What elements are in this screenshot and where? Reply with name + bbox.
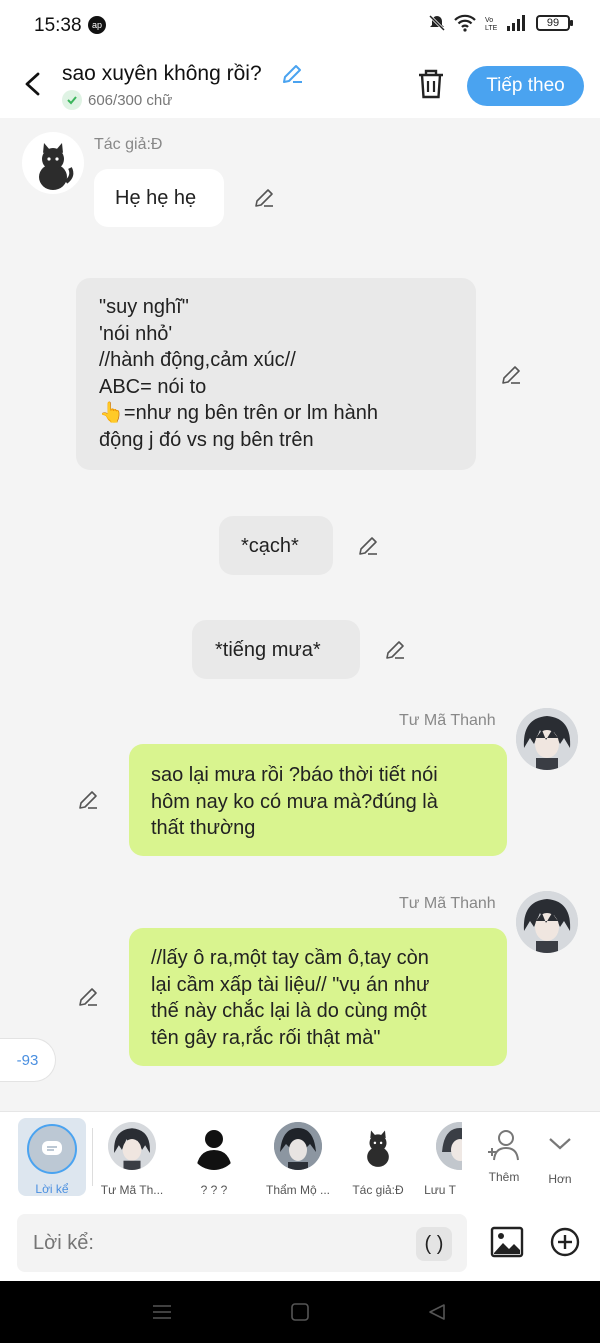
narration-line: //hành động,cảm xúc// (99, 349, 296, 371)
silhouette-icon (190, 1122, 238, 1170)
parenthesis-button[interactable]: ( ) (416, 1227, 452, 1261)
narration-bubble[interactable]: "suy nghĩ" 'nói nhỏ' //hành động,cảm xúc… (76, 278, 476, 470)
status-icons: Vo LTE 99 (428, 14, 573, 32)
narration-line: động j đó vs ng bên trên (99, 428, 314, 451)
narrator-selector[interactable]: Lời kể (18, 1118, 86, 1196)
system-nav-bar (0, 1281, 600, 1343)
character-selector: Lời kể Tư Mã Th... ? ? ? Thẩm Mộ ... Tác… (0, 1111, 600, 1203)
anime-boy-icon (516, 708, 578, 770)
character-item[interactable]: Lưu T (418, 1118, 462, 1197)
wifi-icon (454, 14, 476, 32)
pencil-icon[interactable] (252, 186, 276, 210)
character-item[interactable]: Tư Mã Th... (92, 1118, 172, 1197)
message-input[interactable] (17, 1214, 467, 1272)
character-label: Tác giả:Đ (352, 1183, 404, 1197)
character-label: Lưu T (424, 1183, 456, 1197)
dialogue-line: thất thường (151, 817, 256, 839)
dialogue-line: thế này chắc lại là do cùng một (151, 1000, 427, 1022)
black-cat-icon (354, 1122, 402, 1170)
anime-boy-icon (516, 891, 578, 953)
character-avatar[interactable] (516, 891, 578, 953)
svg-text:Vo: Vo (485, 17, 493, 24)
dialogue-line: //lấy ô ra,một tay cầm ô,tay còn (151, 947, 429, 969)
dialogue-bubble[interactable]: //lấy ô ra,một tay cầm ô,tay còn lại cầm… (129, 928, 507, 1066)
more-button[interactable]: Hơn (520, 1118, 600, 1186)
speaker-name: Tư Mã Thanh (399, 895, 496, 912)
input-bar: ( ) (0, 1203, 600, 1281)
status-bar: 15:38 ap Vo LTE 99 (0, 0, 600, 52)
black-cat-icon (39, 143, 74, 190)
character-item[interactable]: ? ? ? (174, 1118, 254, 1197)
speaker-name: Tư Mã Thanh (399, 712, 496, 729)
narration-line: ABC= nói to (99, 375, 207, 398)
character-label: Tư Mã Th... (100, 1183, 164, 1197)
pencil-icon[interactable] (356, 534, 380, 558)
narration-bubble[interactable]: *tiếng mưa* (192, 620, 360, 679)
author-avatar[interactable] (22, 132, 84, 194)
check-icon (62, 90, 82, 110)
character-item[interactable]: Thẩm Mộ ... (258, 1118, 338, 1197)
character-avatar (274, 1122, 322, 1170)
pencil-icon[interactable] (76, 985, 100, 1009)
dialogue-line: hôm nay ko có mưa mà?đúng là (151, 790, 438, 813)
home-icon[interactable] (290, 1303, 310, 1321)
back-arrow-icon[interactable] (18, 66, 48, 102)
pencil-icon[interactable] (76, 788, 100, 812)
pencil-icon[interactable] (499, 363, 523, 387)
menu-icon[interactable] (152, 1303, 172, 1321)
narration-line: 👆=như ng bên trên or lm hành (99, 402, 379, 424)
character-avatar (436, 1122, 462, 1170)
dialogue-bubble[interactable]: sao lại mưa rồi ?báo thời tiết nói hôm n… (129, 744, 507, 856)
more-label: Hơn (548, 1172, 572, 1186)
dialogue-line: tên gây ra,rắc rối thật mà" (151, 1026, 381, 1049)
mute-icon (428, 14, 446, 32)
editor-header: sao xuyên không rồi? 606/300 chữ Tiếp th… (0, 52, 600, 118)
word-over-badge[interactable]: -93 (0, 1038, 56, 1082)
back-nav-icon[interactable] (427, 1303, 447, 1321)
edit-title-pencil-icon[interactable] (280, 62, 304, 86)
character-label: ? ? ? (200, 1183, 228, 1197)
next-button[interactable]: Tiếp theo (467, 66, 584, 106)
word-counter: 606/300 chữ (62, 90, 172, 110)
message-bubble[interactable]: Hẹ hẹ hẹ (94, 169, 224, 227)
narration-bubble[interactable]: *cạch* (219, 516, 333, 575)
character-item[interactable]: Tác giả:Đ (338, 1118, 418, 1197)
character-avatar (108, 1122, 156, 1170)
plus-circle-icon[interactable] (549, 1225, 581, 1259)
narrator-label: Lời kể (35, 1182, 69, 1196)
chevron-down-icon (549, 1138, 571, 1150)
word-count-text: 606/300 chữ (88, 91, 173, 109)
speaker-name: Tác giả:Đ (94, 136, 163, 153)
notification-icon: ap (88, 16, 106, 34)
character-label: Thẩm Mộ ... (265, 1183, 330, 1197)
chat-bubble-icon (27, 1124, 77, 1174)
signal-icon (507, 15, 525, 31)
dialogue-line: lại cầm xấp tài liệu// "vụ án như (151, 973, 430, 996)
image-icon[interactable] (490, 1225, 524, 1259)
svg-text:LTE: LTE (485, 25, 498, 32)
add-person-icon (488, 1130, 519, 1161)
dialogue-line: sao lại mưa rồi ?báo thời tiết nói (151, 764, 438, 786)
battery-icon: 99 (536, 15, 573, 31)
narration-line: 'nói nhỏ' (99, 322, 173, 345)
pencil-icon[interactable] (383, 638, 407, 662)
trash-icon[interactable] (416, 68, 446, 100)
status-time: 15:38 (34, 15, 82, 36)
narration-line: "suy nghĩ" (99, 296, 189, 318)
story-title: sao xuyên không rồi? (62, 62, 262, 85)
character-avatar[interactable] (516, 708, 578, 770)
volte-icon: VoLTE (485, 17, 498, 32)
